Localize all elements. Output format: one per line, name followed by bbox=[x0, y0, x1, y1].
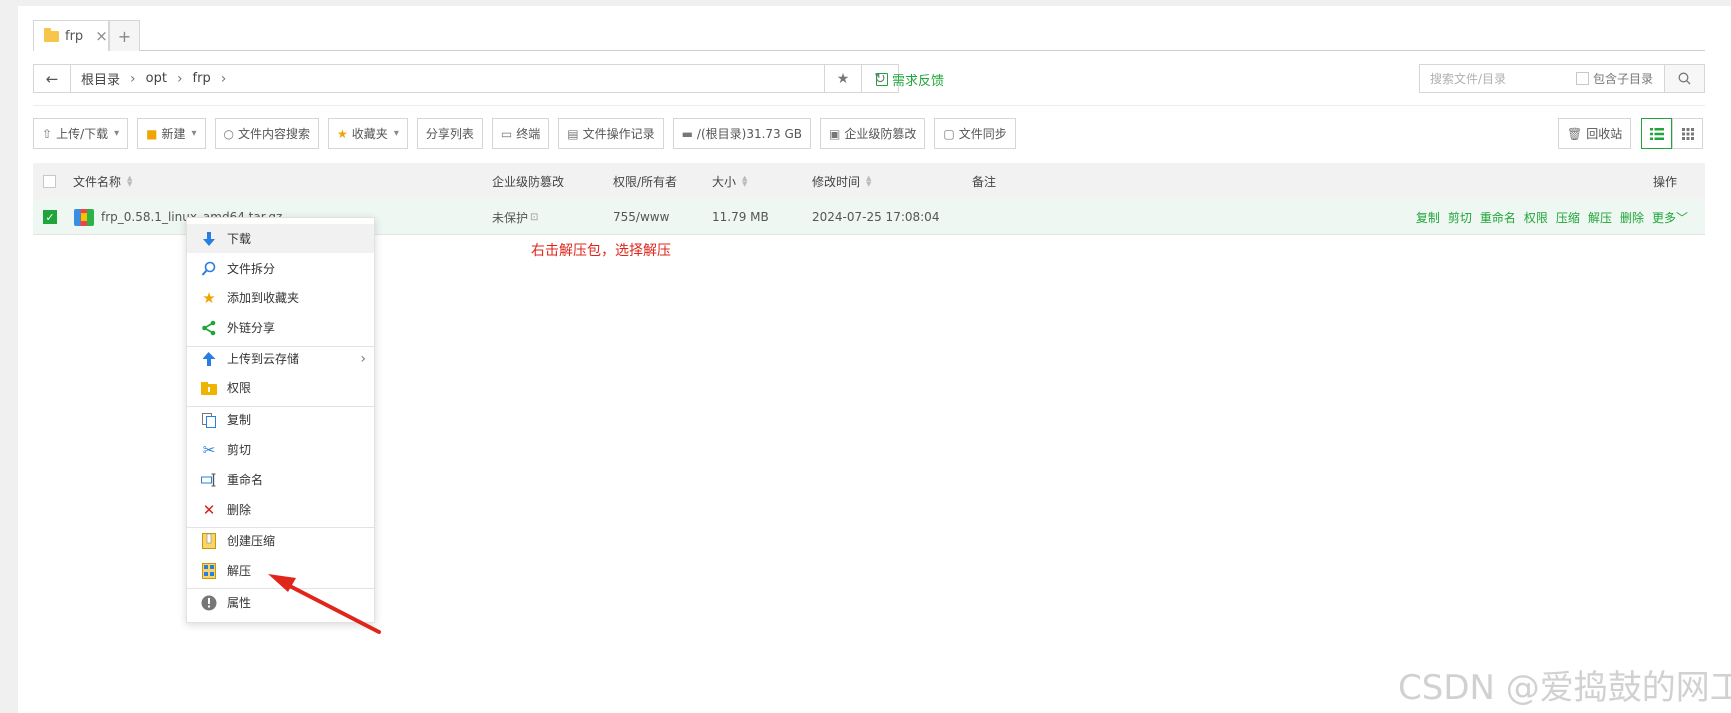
watermark: CSDN @爱捣鼓的网工 bbox=[1398, 668, 1731, 708]
annotation-arrow bbox=[268, 574, 381, 634]
